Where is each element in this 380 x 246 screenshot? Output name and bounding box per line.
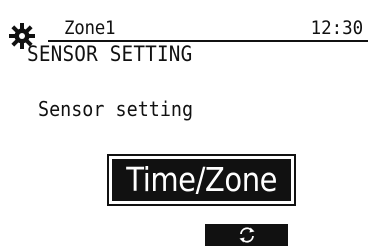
- refresh-function-key[interactable]: [205, 224, 288, 246]
- sensor-option-selector[interactable]: Time/Zone: [107, 154, 296, 206]
- selected-option: Time/Zone: [112, 159, 291, 201]
- selected-option-label: Time/Zone: [126, 160, 277, 199]
- clock: 12:30: [310, 17, 363, 39]
- refresh-icon: [239, 227, 254, 243]
- zone-label: Zone1: [64, 17, 116, 39]
- menu-caption: Sensor setting: [38, 97, 194, 121]
- sensor-setting-screen: Zone1 12:30 SENSOR SETTING Sensor settin…: [0, 0, 380, 246]
- screen-title: SENSOR SETTING: [27, 42, 193, 66]
